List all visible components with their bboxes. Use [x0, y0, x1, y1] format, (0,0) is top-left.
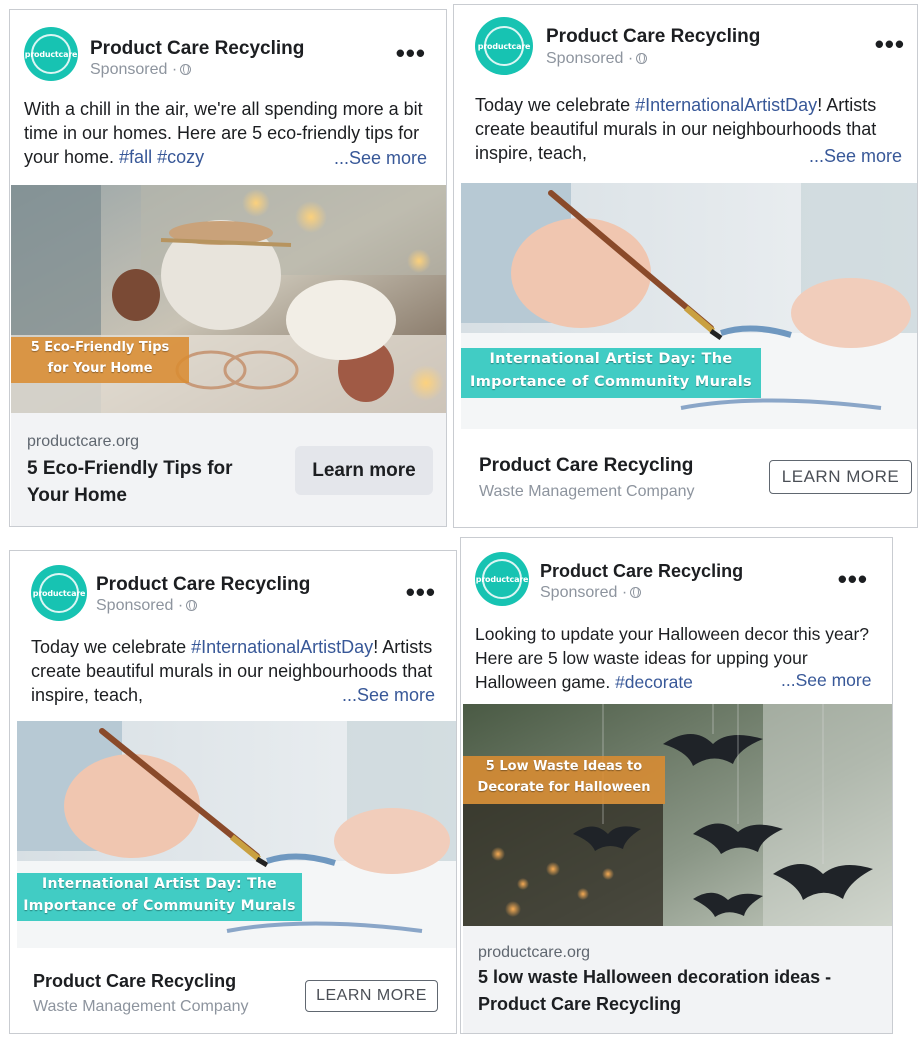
more-options-icon[interactable]: ••• [838, 566, 868, 592]
ad-card-halloween: productcare Product Care Recycling Spons… [460, 537, 893, 1034]
page-info-footer[interactable]: Product Care Recycling Waste Management … [461, 429, 917, 527]
page-avatar[interactable]: productcare [475, 552, 529, 606]
footer-page-name[interactable]: Product Care Recycling [479, 452, 693, 479]
ad-card-artist-day-a: productcare Product Care Recycling Spons… [453, 4, 918, 528]
image-caption-banner: 5 Eco-Friendly Tips for Your Home [11, 337, 189, 383]
link-title[interactable]: 5 low waste Halloween decoration ideas -… [478, 964, 878, 1018]
page-name[interactable]: Product Care Recycling [540, 561, 743, 582]
page-avatar[interactable]: productcare [475, 17, 533, 75]
sponsored-label: Sponsored · [540, 584, 642, 602]
hashtag-decorate[interactable]: #decorate [615, 672, 693, 692]
sponsored-label: Sponsored · [96, 597, 198, 615]
link-domain: productcare.org [478, 944, 591, 961]
hashtag-fall[interactable]: #fall [119, 147, 152, 167]
hashtag-international-artist-day[interactable]: #InternationalArtistDay [635, 95, 817, 115]
globe-icon [630, 587, 642, 598]
globe-icon [186, 600, 198, 611]
page-avatar[interactable]: productcare [31, 565, 87, 621]
footer-page-name[interactable]: Product Care Recycling [33, 968, 236, 995]
image-caption-banner: International Artist Day: The Importance … [461, 348, 761, 398]
globe-icon [180, 64, 192, 75]
see-more-link[interactable]: ...See more [775, 670, 872, 691]
page-name[interactable]: Product Care Recycling [546, 26, 760, 48]
hashtag-cozy[interactable]: #cozy [157, 147, 204, 167]
image-caption-banner: 5 Low Waste Ideas to Decorate for Hallowe… [463, 756, 665, 804]
learn-more-button[interactable]: LEARN MORE [305, 980, 438, 1012]
page-info-footer[interactable]: Product Care Recycling Waste Management … [17, 948, 456, 1033]
ad-card-artist-day-b: productcare Product Care Recycling Spons… [9, 550, 457, 1034]
ad-card-eco-tips: productcare Product Care Recycling Spons… [9, 9, 447, 527]
see-more-link[interactable]: ...See more [336, 685, 436, 706]
link-domain: productcare.org [27, 433, 140, 450]
globe-icon [636, 53, 648, 64]
hashtag-international-artist-day[interactable]: #InternationalArtistDay [191, 637, 373, 657]
post-image-painting-mural[interactable]: International Artist Day: The Importance … [461, 183, 917, 429]
footer-page-category: Waste Management Company [479, 483, 695, 500]
page-name[interactable]: Product Care Recycling [96, 574, 310, 596]
post-image-painting-mural[interactable]: International Artist Day: The Importance … [17, 721, 456, 948]
learn-more-button[interactable]: LEARN MORE [769, 460, 912, 494]
page-name[interactable]: Product Care Recycling [90, 38, 304, 60]
see-more-link[interactable]: ...See more [328, 148, 428, 169]
post-image-tea-cozy[interactable]: 5 Eco-Friendly Tips for Your Home [11, 185, 446, 413]
image-caption-banner: International Artist Day: The Importance … [17, 873, 302, 921]
link-preview-footer[interactable]: productcare.org 5 Eco-Friendly Tips for … [11, 413, 446, 526]
post-image-paper-bats[interactable]: 5 Low Waste Ideas to Decorate for Hallowe… [463, 704, 892, 926]
sponsored-label: Sponsored · [546, 50, 648, 68]
more-options-icon[interactable]: ••• [396, 40, 426, 66]
more-options-icon[interactable]: ••• [406, 579, 436, 605]
sponsored-label: Sponsored · [90, 61, 192, 79]
link-preview-footer[interactable]: productcare.org 5 low waste Halloween de… [463, 926, 892, 1033]
learn-more-button[interactable]: Learn more [295, 446, 433, 495]
footer-page-category: Waste Management Company [33, 998, 249, 1015]
page-avatar[interactable]: productcare [24, 27, 78, 81]
more-options-icon[interactable]: ••• [875, 31, 905, 57]
see-more-link[interactable]: ...See more [803, 146, 903, 167]
link-title[interactable]: 5 Eco-Friendly Tips for Your Home [27, 455, 267, 509]
